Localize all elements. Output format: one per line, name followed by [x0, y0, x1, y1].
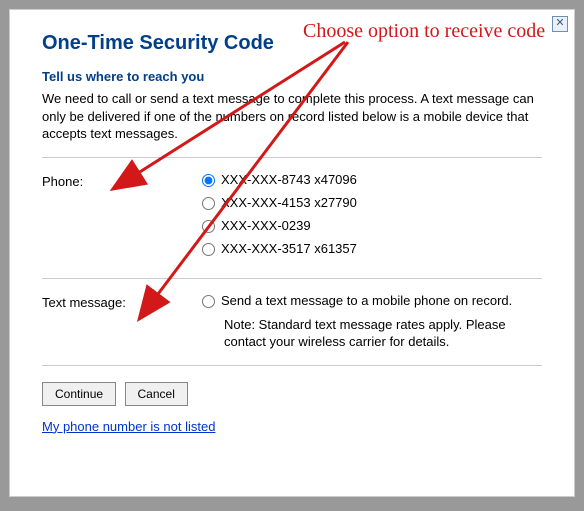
phone-radio-3[interactable] — [202, 243, 215, 256]
dialog: ✕ One-Time Security Code Tell us where t… — [9, 9, 575, 497]
text-message-label: Text message: — [42, 293, 202, 351]
phone-section: Phone: XXX-XXX-8743 x47096 XXX-XXX-4153 … — [42, 158, 542, 278]
divider — [42, 365, 542, 366]
close-button[interactable]: ✕ — [552, 16, 568, 32]
number-not-listed-link[interactable]: My phone number is not listed — [42, 419, 215, 434]
phone-radio-2[interactable] — [202, 220, 215, 233]
text-message-option-label: Send a text message to a mobile phone on… — [221, 293, 512, 308]
phone-label: Phone: — [42, 172, 202, 264]
phone-option-label: XXX-XXX-3517 x61357 — [221, 241, 357, 256]
instructions-text: We need to call or send a text message t… — [42, 90, 542, 143]
text-message-radio[interactable] — [202, 295, 215, 308]
phone-options: XXX-XXX-8743 x47096 XXX-XXX-4153 x27790 … — [202, 172, 542, 264]
dialog-content: One-Time Security Code Tell us where to … — [10, 10, 574, 454]
phone-option-label: XXX-XXX-0239 — [221, 218, 311, 233]
phone-radio-1[interactable] — [202, 197, 215, 210]
cancel-button[interactable]: Cancel — [125, 382, 188, 406]
phone-option[interactable]: XXX-XXX-3517 x61357 — [202, 241, 542, 256]
dialog-title: One-Time Security Code — [42, 32, 542, 55]
continue-button[interactable]: Continue — [42, 382, 116, 406]
phone-option-label: XXX-XXX-8743 x47096 — [221, 172, 357, 187]
dialog-subtitle: Tell us where to reach you — [42, 69, 542, 84]
phone-radio-0[interactable] — [202, 174, 215, 187]
phone-option[interactable]: XXX-XXX-8743 x47096 — [202, 172, 542, 187]
close-icon: ✕ — [555, 17, 564, 29]
text-message-note: Note: Standard text message rates apply.… — [224, 316, 542, 351]
phone-option[interactable]: XXX-XXX-0239 — [202, 218, 542, 233]
text-message-section: Text message: Send a text message to a m… — [42, 279, 542, 365]
button-row: Continue Cancel — [42, 382, 542, 406]
phone-option[interactable]: XXX-XXX-4153 x27790 — [202, 195, 542, 210]
text-message-body: Send a text message to a mobile phone on… — [202, 293, 542, 351]
text-message-option[interactable]: Send a text message to a mobile phone on… — [202, 293, 542, 308]
phone-option-label: XXX-XXX-4153 x27790 — [221, 195, 357, 210]
